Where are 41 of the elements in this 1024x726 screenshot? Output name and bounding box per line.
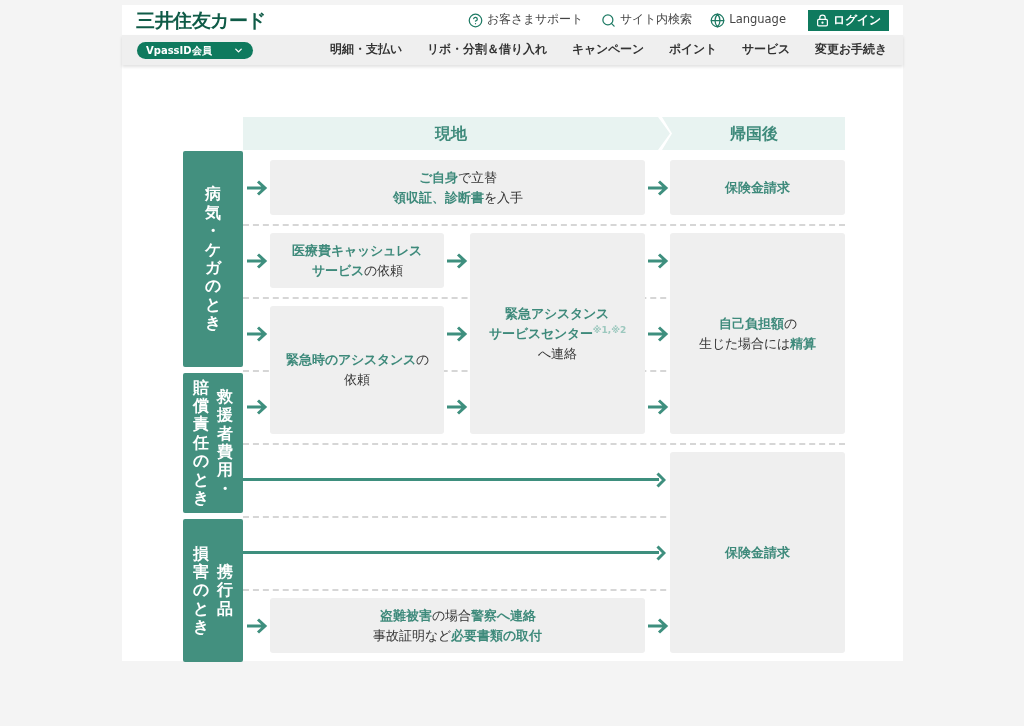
step-text: 盗難被害の場合警察へ連絡 事故証明など必要書類の取付 — [373, 606, 542, 645]
arrow-icon — [646, 325, 669, 342]
arrow-icon — [646, 179, 669, 196]
step-text: 緊急時のアシスタンスの 依頼 — [285, 351, 429, 389]
arrow-icon — [446, 325, 468, 342]
nav-item[interactable]: リボ・分割＆借り入れ — [427, 41, 547, 59]
step-text: 緊急アシスタンス サービスセンター$^{※1,※2}$ へ連絡 — [488, 304, 627, 363]
nav-item[interactable]: サービス — [742, 41, 790, 59]
category-label: 病気・ケガのとき — [183, 151, 243, 367]
category-label: 損害のとき 携行品 — [183, 519, 243, 662]
arrow-icon — [245, 617, 268, 634]
header-link[interactable]: Language — [710, 11, 786, 29]
lock-icon — [816, 13, 829, 27]
member-dropdown[interactable]: VpassID会員 — [137, 41, 253, 59]
login-button[interactable]: ログイン — [808, 9, 889, 31]
nav-item[interactable]: キャンペーン — [572, 41, 644, 59]
nav-item[interactable]: 変更お手続き — [815, 41, 887, 59]
step-text: ご自身で立替 領収証、診断書を入手 — [392, 168, 523, 207]
arrow-icon — [446, 398, 468, 415]
step-text: 保険金請求 — [725, 543, 790, 562]
header-link[interactable]: お客さまサポート — [468, 11, 584, 29]
arrow-icon — [446, 252, 468, 269]
logo[interactable]: 三井住友カード — [136, 5, 266, 35]
step-text: 保険金請求 — [725, 178, 790, 197]
nav-item[interactable]: ポイント — [669, 41, 717, 59]
arrow-icon — [245, 325, 268, 342]
nav-item[interactable]: 明細・支払い — [330, 41, 402, 59]
search-icon — [601, 12, 617, 28]
globe-icon — [710, 12, 726, 28]
step-text: 医療費キャッシュレス サービスの依頼 — [292, 241, 422, 280]
phase-header: 現地 — [243, 117, 670, 150]
header-link[interactable]: サイト内検索 — [601, 11, 693, 29]
step-text: 自己負担額の 生じた場合には精算 — [699, 314, 816, 353]
arrow-icon — [646, 252, 669, 269]
arrow-icon — [646, 398, 669, 415]
arrow-icon — [646, 617, 669, 634]
phase-header: 帰国後 — [662, 117, 845, 150]
help-icon — [468, 12, 484, 28]
arrow-icon — [245, 179, 268, 196]
arrow-icon — [245, 252, 268, 269]
arrow-icon — [245, 398, 268, 415]
